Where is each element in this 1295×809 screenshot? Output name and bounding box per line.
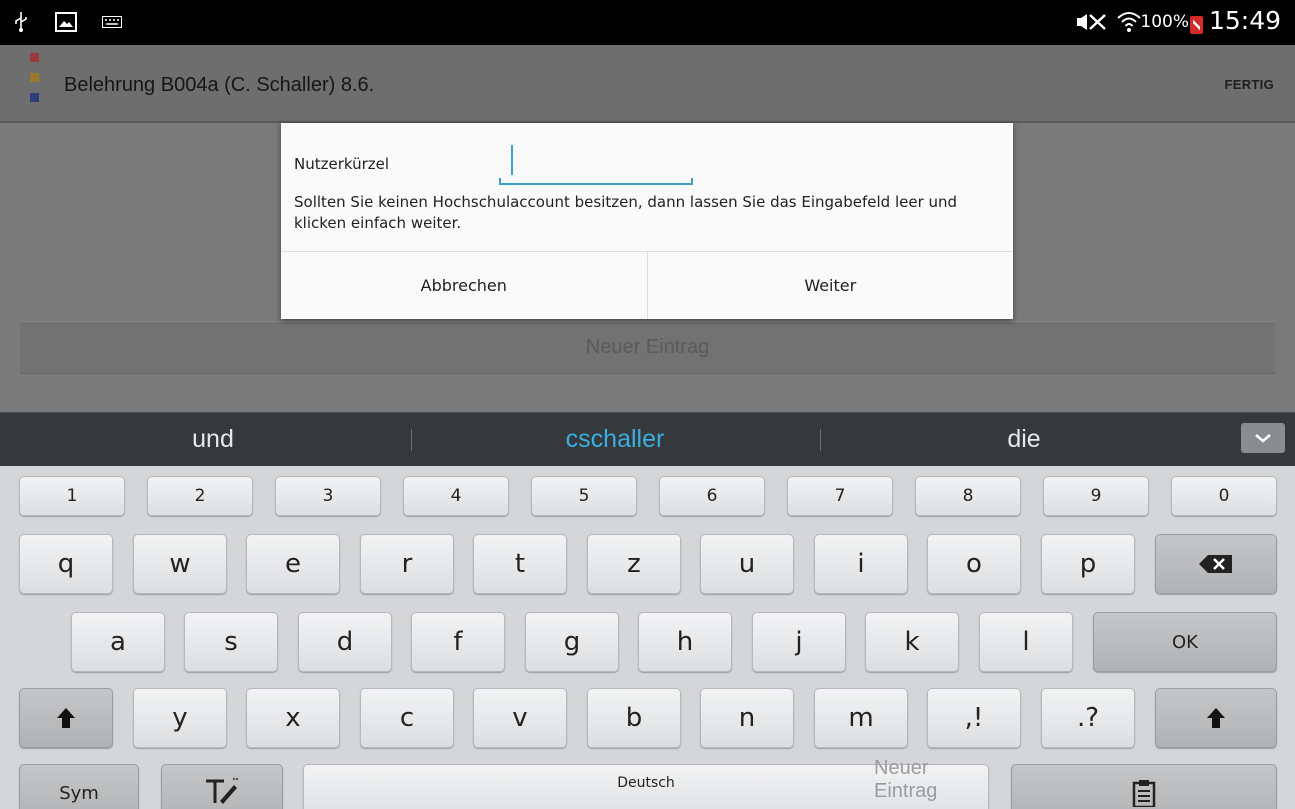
screen: 100% 15:49 Belehrung B004a (C. Schaller)… [0,0,1295,809]
sym-key[interactable]: Sym [19,764,139,809]
key-c[interactable]: c [360,688,454,748]
app-bar: Belehrung B004a (C. Schaller) 8.6. FERTI… [0,45,1295,123]
new-entry-button[interactable]: Neuer Eintrag [20,321,1275,374]
key-8[interactable]: 8 [915,476,1021,516]
key-comma[interactable]: ,! [927,688,1021,748]
suggestion-divider [411,429,412,451]
suggestion-item[interactable]: die [924,425,1124,454]
key-0[interactable]: 0 [1171,476,1277,516]
space-key[interactable]: Neuer Eintrag Deutsch [303,757,989,809]
key-r[interactable]: r [360,534,454,594]
key-t[interactable]: t [473,534,567,594]
dialog-message: Sollten Sie keinen Hochschulaccount besi… [294,193,958,232]
status-bar: 100% 15:49 [0,0,1295,45]
suggestion-bar: und cschaller die [0,412,1295,466]
shift-key-right[interactable] [1155,688,1277,748]
key-l[interactable]: l [979,612,1073,672]
key-e[interactable]: e [246,534,340,594]
shift-icon [57,708,75,728]
keyboard-icon [100,9,124,35]
key-6[interactable]: 6 [659,476,765,516]
key-7[interactable]: 7 [787,476,893,516]
key-g[interactable]: g [525,612,619,672]
key-h[interactable]: h [638,612,732,672]
key-f[interactable]: f [411,612,505,672]
done-button[interactable]: FERTIG [1225,77,1274,92]
backspace-icon [1199,555,1232,573]
page-title: Belehrung B004a (C. Schaller) 8.6. [64,74,375,96]
key-s[interactable]: s [184,612,278,672]
dialog-buttons: Abbrechen Weiter [281,251,1013,319]
collapse-suggestions-button[interactable] [1241,423,1285,453]
battery-percent: 100% [1140,12,1189,32]
mute-icon [1074,9,1108,35]
key-m[interactable]: m [814,688,908,748]
handwriting-icon [206,777,239,804]
key-u[interactable]: u [700,534,794,594]
key-i[interactable]: i [814,534,908,594]
key-b[interactable]: b [587,688,681,748]
key-o[interactable]: o [927,534,1021,594]
key-x[interactable]: x [246,688,340,748]
image-icon [54,9,78,35]
key-p[interactable]: p [1041,534,1135,594]
suggestion-item-active[interactable]: cschaller [515,425,715,454]
handwriting-key[interactable] [161,764,283,809]
keyboard: 1 2 3 4 5 6 7 8 9 0 q w e r t z u i o p … [0,466,1295,809]
key-1[interactable]: 1 [19,476,125,516]
key-v[interactable]: v [473,688,567,748]
key-period[interactable]: .? [1041,688,1135,748]
ok-key[interactable]: OK [1093,612,1277,672]
logo-square-red [30,53,39,62]
key-y[interactable]: y [133,688,227,748]
clock: 15:49 [1208,6,1281,35]
key-d[interactable]: d [298,612,392,672]
key-a[interactable]: a [71,612,165,672]
usb-icon [12,9,30,35]
key-q[interactable]: q [19,534,113,594]
text-cursor [511,145,513,175]
suggestion-divider [820,429,821,451]
logo-square-yellow [30,73,39,82]
chevron-down-icon [1255,434,1271,443]
clipboard-icon [1132,780,1156,807]
account-dialog: Nutzerkürzel Sollten Sie keinen Hochschu… [281,123,1013,319]
battery-icon [1190,16,1203,34]
key-2[interactable]: 2 [147,476,253,516]
cancel-button[interactable]: Abbrechen [281,252,647,319]
key-3[interactable]: 3 [275,476,381,516]
shift-key-left[interactable] [19,688,113,748]
key-j[interactable]: j [752,612,846,672]
clipboard-key[interactable] [1011,764,1277,809]
key-k[interactable]: k [865,612,959,672]
new-entry-label: Neuer Eintrag [585,336,710,358]
key-n[interactable]: n [700,688,794,748]
suggestion-item[interactable]: und [113,425,313,454]
key-z[interactable]: z [587,534,681,594]
key-w[interactable]: w [133,534,227,594]
backspace-key[interactable] [1155,534,1277,594]
username-label: Nutzerkürzel [294,155,390,173]
space-language-label: Deutsch [617,775,675,791]
logo-square-blue [30,93,39,102]
key-9[interactable]: 9 [1043,476,1149,516]
continue-button[interactable]: Weiter [646,252,1013,319]
app-logo [30,53,39,105]
shift-icon [1207,708,1225,728]
username-input[interactable] [499,145,693,185]
key-5[interactable]: 5 [531,476,637,516]
key-4[interactable]: 4 [403,476,509,516]
